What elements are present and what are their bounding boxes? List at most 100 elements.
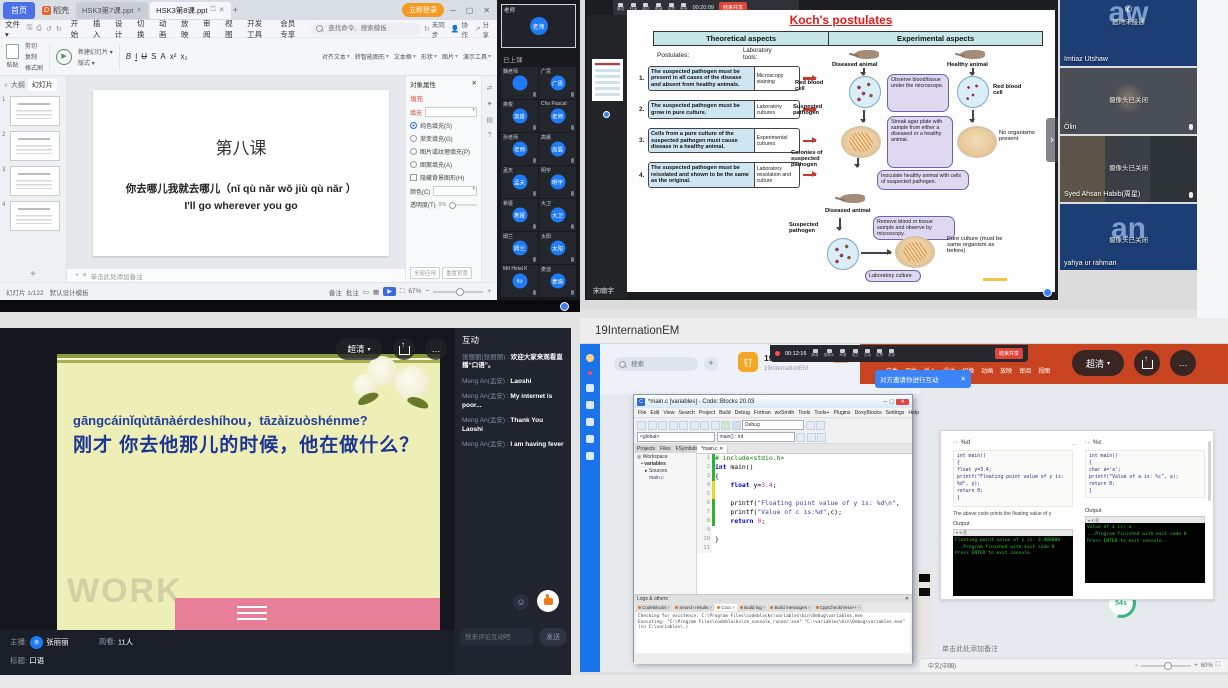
more-options-button[interactable]: … xyxy=(425,338,447,360)
menu-item[interactable]: Fortran xyxy=(754,410,771,416)
participant-tile[interactable]: 麦迪 麦迪 xyxy=(539,265,576,297)
close-icon[interactable]: × xyxy=(710,605,713,610)
close-icon[interactable]: ✕ xyxy=(905,596,909,602)
menu-item[interactable]: Search xyxy=(678,410,694,416)
comment-toggle[interactable]: 批注 xyxy=(346,287,359,297)
redo-icon[interactable] xyxy=(679,421,688,430)
meeting-tool-button[interactable]: 更多 xyxy=(888,349,895,358)
meeting-tool-button[interactable]: 声音 xyxy=(839,349,846,358)
close-icon[interactable]: ✕ xyxy=(136,6,142,14)
notes-toggle[interactable]: 备注 xyxy=(329,287,342,297)
close-button[interactable]: ✕ xyxy=(896,399,909,405)
search-icon[interactable] xyxy=(807,433,816,442)
meeting-tool-button[interactable]: 成员 xyxy=(852,349,859,358)
format-button[interactable]: U xyxy=(141,52,147,61)
menu-item[interactable]: Plugins xyxy=(834,410,851,416)
participant-tile[interactable]: 孙老师 老师 xyxy=(501,133,538,165)
slide-thumbnail[interactable] xyxy=(919,588,930,596)
docs-icon[interactable] xyxy=(586,401,594,409)
slide-thumbnail[interactable] xyxy=(919,574,930,582)
search-input[interactable] xyxy=(629,360,693,369)
build-target-dropdown[interactable]: Debug xyxy=(742,420,804,430)
fill-option[interactable]: 纯色填充(S) xyxy=(410,121,477,130)
participant-tile[interactable]: 孟天 孟天 xyxy=(501,166,538,198)
format-button[interactable]: A xyxy=(160,52,165,61)
close-button[interactable]: ✕ xyxy=(479,6,494,15)
scope-dropdown[interactable]: <global> xyxy=(637,432,715,442)
effects-icon[interactable]: ✦ xyxy=(487,100,493,108)
fill-option[interactable]: 渐变填充(G) xyxy=(410,134,477,143)
notes-placeholder[interactable]: 单击此处添加备注 xyxy=(942,644,998,654)
radio-icon[interactable] xyxy=(410,135,417,142)
management-tab[interactable]: Projects xyxy=(635,445,657,453)
save-icon[interactable] xyxy=(658,421,667,430)
menu-item[interactable]: Settings xyxy=(886,410,905,416)
ppt-menu-item[interactable]: 动画 xyxy=(981,366,993,375)
reset-bg-button[interactable]: 重置背景 xyxy=(442,267,472,279)
slideshow-button[interactable]: ▶ xyxy=(383,287,396,296)
host-avatar[interactable]: 亲 xyxy=(30,636,43,649)
menu-item[interactable]: File xyxy=(638,410,646,416)
send-button[interactable]: 发送 xyxy=(539,628,567,646)
add-slide-button[interactable]: + xyxy=(0,267,66,282)
log-tab[interactable]: Build log× xyxy=(738,604,767,611)
format-button[interactable]: x₂ xyxy=(180,52,187,61)
slide-thumbnail-image[interactable] xyxy=(10,131,60,161)
fit-icon[interactable]: ⛶ xyxy=(1216,662,1220,669)
maximize-button[interactable]: ▢ xyxy=(889,399,894,405)
tree-workspace[interactable]: ◎ Workspace xyxy=(634,453,696,460)
format-button[interactable]: I xyxy=(135,52,137,61)
close-icon[interactable]: ✕ xyxy=(219,6,225,14)
slide-thumbnail[interactable]: 1 xyxy=(10,96,63,126)
copy-button[interactable]: 复制 xyxy=(25,52,43,61)
participant-tile[interactable]: 希娅 希娅 xyxy=(501,199,538,231)
open-icon[interactable] xyxy=(648,421,657,430)
quality-selector[interactable]: 超清▾ xyxy=(336,338,382,360)
participant-tile[interactable]: Cho Pascal 老师 xyxy=(539,100,576,132)
design-template[interactable]: 默认设计模板 xyxy=(50,287,89,297)
paste-icon[interactable] xyxy=(711,421,720,430)
apply-all-button[interactable]: 全部应用 xyxy=(410,267,440,279)
zoom-out-button[interactable]: − xyxy=(425,288,429,295)
tree-folder[interactable]: ▸ Sources xyxy=(634,467,696,474)
view-sorter-icon[interactable]: ▦ xyxy=(373,288,379,296)
undo-icon[interactable] xyxy=(669,421,678,430)
menu-item[interactable]: DoxyBlocks xyxy=(855,410,882,416)
ribbon-chip[interactable]: 文本框▾ xyxy=(394,52,416,61)
meeting-tool-button[interactable]: 静音 xyxy=(617,3,625,12)
radio-icon[interactable] xyxy=(410,161,417,168)
menu-item[interactable]: Tools+ xyxy=(814,410,829,416)
color-dropdown[interactable] xyxy=(433,186,477,196)
log-tab[interactable]: CodeBlocks× xyxy=(636,604,672,611)
fit-icon[interactable]: ⛶ xyxy=(400,288,405,296)
menu-item[interactable]: Edit xyxy=(650,410,659,416)
participant-tile[interactable]: 明宇 明宇 xyxy=(539,166,576,198)
tree-project[interactable]: ▪ variables xyxy=(634,460,696,467)
slide-thumbnail[interactable]: 4 xyxy=(10,201,63,231)
chat-input[interactable] xyxy=(459,628,535,646)
zoom-out-button[interactable]: − xyxy=(1135,663,1139,669)
messages-icon[interactable] xyxy=(586,384,594,392)
fill-dropdown[interactable] xyxy=(425,107,477,117)
zoom-in-button[interactable]: + xyxy=(1194,663,1198,669)
log-tab[interactable]: CppCheck/Vera++× xyxy=(814,604,863,611)
camera-dot-icon[interactable] xyxy=(1043,288,1052,297)
log-tab[interactable]: Search results× xyxy=(673,604,714,611)
zoom-slider[interactable] xyxy=(433,291,483,293)
participant-tile[interactable]: 姆兰 姆兰 xyxy=(501,232,538,264)
zoom-in-button[interactable]: + xyxy=(487,288,491,295)
phone-icon[interactable] xyxy=(586,452,594,460)
notes-strip[interactable]: + ≡ 单击此处添加备注 xyxy=(67,268,405,282)
login-button[interactable]: 立即登录 xyxy=(402,3,444,17)
management-tab[interactable]: Files xyxy=(658,445,673,453)
share-button[interactable] xyxy=(1134,350,1160,376)
hide-bg-option[interactable]: 隐藏背景图形(H) xyxy=(410,173,477,182)
command-search[interactable] xyxy=(311,23,420,35)
run-icon[interactable] xyxy=(732,421,741,430)
close-icon[interactable]: × xyxy=(732,605,735,610)
participant-video-tile[interactable]: 摄像头已关闭 Syed Ahsan Habib(周星) xyxy=(1060,136,1197,202)
function-dropdown[interactable]: main() : int xyxy=(717,432,795,442)
zoom-icon[interactable] xyxy=(817,433,826,442)
teacher-video-tile[interactable]: 老师 老师 xyxy=(501,4,576,48)
scrollbar[interactable] xyxy=(1208,441,1211,501)
